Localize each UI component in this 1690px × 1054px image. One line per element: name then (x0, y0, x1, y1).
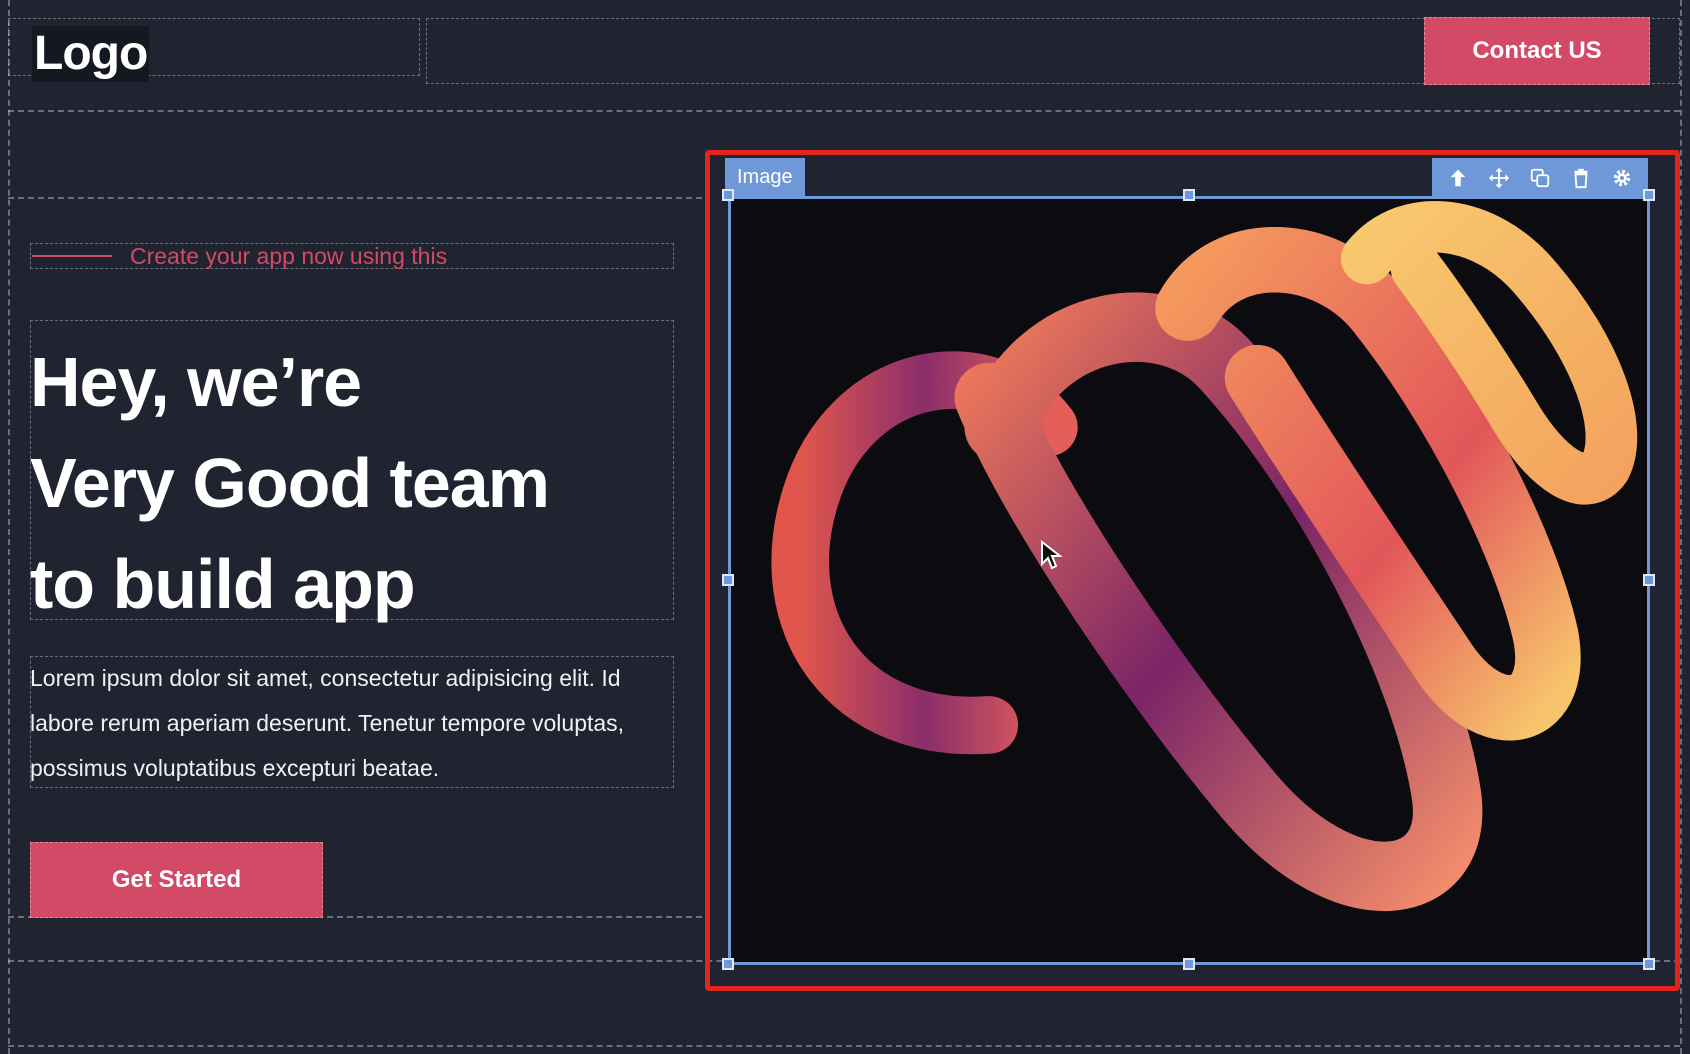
tagline-row: Create your app now using this (32, 243, 674, 269)
editor-canvas: Logo Contact US Create your app now usin… (0, 0, 1690, 1054)
mouse-cursor-icon (1040, 539, 1063, 575)
resize-handle-left[interactable] (722, 574, 734, 586)
headline-line-2: Very Good team (30, 444, 550, 522)
duplicate-icon[interactable] (1525, 163, 1555, 193)
tagline[interactable]: Create your app now using this (130, 243, 447, 270)
contact-us-button[interactable]: Contact US (1424, 17, 1650, 85)
resize-handle-top[interactable] (1183, 189, 1195, 201)
hero-paragraph[interactable]: Lorem ipsum dolor sit amet, consectetur … (30, 656, 670, 791)
hero-image[interactable] (728, 196, 1650, 965)
element-toolbar (1432, 158, 1648, 198)
trash-icon[interactable] (1566, 163, 1596, 193)
right-guide (1680, 0, 1682, 1054)
tagline-accent-line (32, 255, 112, 257)
logo[interactable]: Logo (32, 26, 150, 82)
page-divider (8, 1045, 1680, 1047)
section-divider-top (8, 197, 702, 199)
spiral-artwork (771, 201, 1638, 911)
headline-line-1: Hey, we’re (30, 343, 362, 421)
gear-icon[interactable] (1607, 163, 1637, 193)
resize-handle-bottom-left[interactable] (722, 958, 734, 970)
resize-handle-top-right[interactable] (1643, 189, 1655, 201)
move-icon[interactable] (1484, 163, 1514, 193)
arrow-up-icon[interactable] (1443, 163, 1473, 193)
header-divider (8, 110, 1680, 112)
resize-handle-bottom-right[interactable] (1643, 958, 1655, 970)
element-type-tag[interactable]: Image (725, 158, 805, 196)
resize-handle-bottom[interactable] (1183, 958, 1195, 970)
resize-handle-top-left[interactable] (722, 189, 734, 201)
hero-headline[interactable]: Hey, we’re Very Good team to build app (30, 332, 670, 635)
resize-handle-right[interactable] (1643, 574, 1655, 586)
headline-line-3: to build app (30, 545, 416, 623)
get-started-button[interactable]: Get Started (30, 842, 323, 918)
left-guide (8, 0, 10, 1054)
